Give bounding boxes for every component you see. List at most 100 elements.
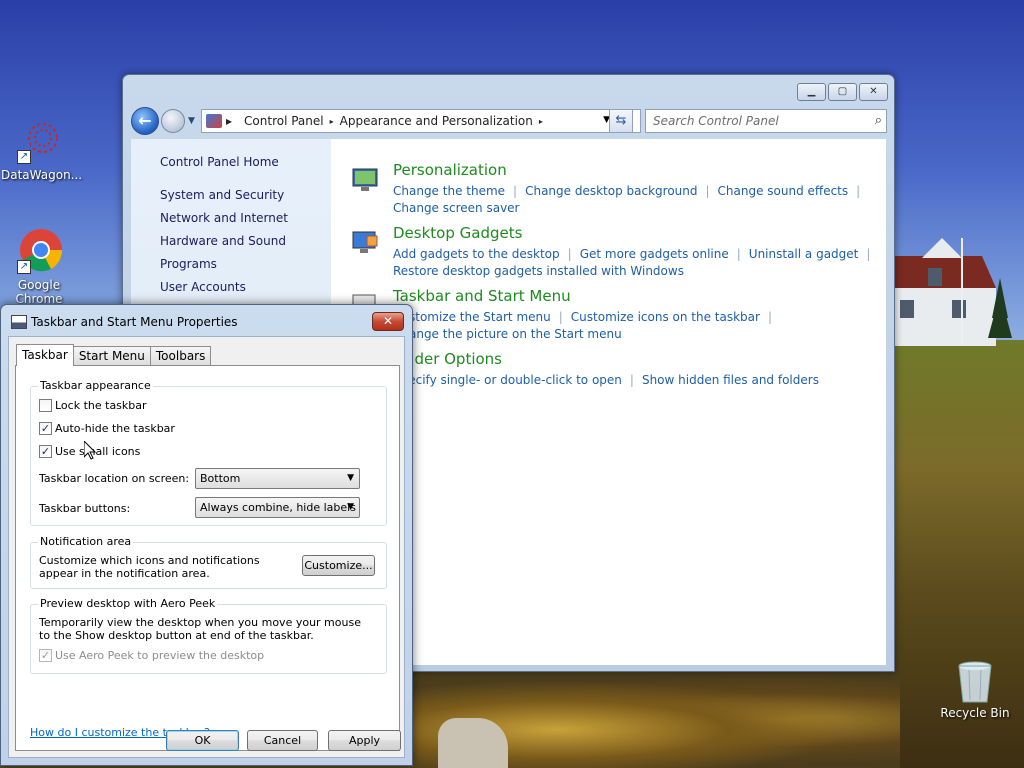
ok-button[interactable]: OK [166,730,239,751]
location-select[interactable]: Bottom ▼ [195,468,360,489]
chevron-down-icon: ▼ [347,502,354,512]
link-separator: | [513,184,518,198]
buttons-value: Always combine, hide labels [200,501,356,514]
link-change-background[interactable]: Change desktop background [525,184,697,198]
mouse-cursor-icon [84,441,96,460]
category-title[interactable]: Desktop Gadgets [393,224,522,242]
back-button[interactable]: ← [131,107,159,135]
breadcrumb-chevron-icon[interactable]: ▸ [539,117,543,126]
desktop-icon-label: Google Chrome [15,278,63,306]
link-customize-start[interactable]: Customize the Start menu [393,310,551,324]
checkbox-label: Lock the taskbar [55,399,147,412]
checkbox-box [39,399,52,412]
breadcrumb-appearance[interactable]: Appearance and Personalization [334,114,539,128]
link-change-sound[interactable]: Change sound effects [718,184,849,198]
close-icon[interactable]: ✕ [372,312,404,331]
checkbox-label: Auto-hide the taskbar [55,422,175,435]
navigation-bar: ← ▼ ▸ Control Panel ▸ Appearance and Per… [131,107,887,135]
minimize-icon[interactable]: ▁ [797,83,826,101]
close-icon[interactable]: ✕ [859,83,888,101]
desktop-wallpaper-house [892,238,1012,346]
breadcrumb-control-panel[interactable]: Control Panel [238,114,330,128]
forward-button[interactable] [161,109,185,133]
desktop-wallpaper-rock [438,718,508,768]
checkmark-icon: ✓ [39,422,52,435]
link-single-double-click[interactable]: Specify single- or double-click to open [393,373,622,387]
buttons-label: Taskbar buttons: [39,502,131,515]
sidebar-item-home[interactable]: Control Panel Home [160,155,279,169]
link-separator: | [705,184,710,198]
desktop-icon-label: DataWagon... [1,168,83,182]
category-links: Customize the Start menu | Customize icons… [393,309,853,343]
aero-peek-description: Temporarily view the desktop when you mo… [39,616,361,642]
link-more-gadgets[interactable]: Get more gadgets online [580,247,729,261]
group-label: Preview desktop with Aero Peek [38,597,218,610]
taskbar-tab-panel: Taskbar appearance Lock the taskbar ✓ Au… [15,365,400,751]
category-title[interactable]: Personalization [393,161,507,179]
dialog-body: Taskbar Start Menu Toolbars Taskbar appe… [8,336,405,758]
taskbar-properties-icon [11,315,27,329]
category-title[interactable]: Taskbar and Start Menu [393,287,571,305]
tab-taskbar[interactable]: Taskbar [16,344,74,366]
desktop-icon-datawagon[interactable]: ↗ DataWagon... [1,118,83,182]
shortcut-arrow-icon: ↗ [17,150,31,164]
location-value: Bottom [200,472,241,485]
link-separator: | [736,247,741,261]
desktop-icon-chrome[interactable]: ↗ Google Chrome [1,228,77,306]
link-restore-gadgets[interactable]: Restore desktop gadgets installed with W… [393,264,684,278]
link-change-start-picture[interactable]: Change the picture on the Start menu [393,327,622,341]
category-links: Specify single- or double-click to open |… [393,372,853,389]
link-uninstall-gadget[interactable]: Uninstall a gadget [749,247,859,261]
buttons-select[interactable]: Always combine, hide labels ▼ [195,497,360,518]
sidebar-item-user-accounts[interactable]: User Accounts [160,280,246,294]
category-links: Change the theme | Change desktop backgrou… [393,183,860,217]
link-separator: | [856,184,861,198]
control-panel-icon [206,114,222,128]
chrome-icon: ↗ [15,228,63,276]
link-customize-taskbar-icons[interactable]: Customize icons on the taskbar [571,310,760,324]
sidebar-item-system-security[interactable]: System and Security [160,188,284,202]
auto-hide-checkbox[interactable]: ✓ Auto-hide the taskbar [39,422,175,435]
link-add-gadgets[interactable]: Add gadgets to the desktop [393,247,560,261]
checkmark-icon: ✓ [39,445,52,458]
link-separator: | [567,247,572,261]
lock-taskbar-checkbox[interactable]: Lock the taskbar [39,399,147,412]
checkbox-label: Use Aero Peek to preview the desktop [55,649,265,662]
link-change-screen-saver[interactable]: Change screen saver [393,201,520,215]
link-separator: | [767,310,773,324]
datawagon-icon: ↗ [15,118,63,166]
location-label: Taskbar location on screen: [39,472,190,485]
link-separator: | [629,373,634,387]
search-input[interactable]: Search Control Panel ⌕ [645,109,887,133]
cancel-button[interactable]: Cancel [247,730,318,751]
recycle-bin-icon [955,660,995,704]
window-caption-buttons: ▁ ▢ ✕ [797,83,888,101]
customize-button[interactable]: Customize... [302,555,375,576]
refresh-icon[interactable]: ⇆ [609,109,633,133]
search-icon[interactable]: ⌕ [875,110,882,132]
search-placeholder: Search Control Panel [653,114,779,128]
sidebar-item-network[interactable]: Network and Internet [160,211,288,225]
sidebar-item-hardware[interactable]: Hardware and Sound [160,234,286,248]
recent-pages-dropdown-icon[interactable]: ▼ [188,116,195,126]
desktop-icon-recycle-bin[interactable]: Recycle Bin [937,660,1013,720]
gadgets-icon [352,231,378,253]
sidebar-item-programs[interactable]: Programs [160,257,217,271]
group-label: Notification area [38,535,134,548]
group-notification-area: Notification area Customize which icons … [30,535,387,589]
notification-description: Customize which icons and notifications … [39,554,260,580]
checkbox-label: Use small icons [55,445,141,458]
category-list: Personalization Change the theme | Change … [331,139,886,665]
link-show-hidden-files[interactable]: Show hidden files and folders [642,373,819,387]
tab-toolbars[interactable]: Toolbars [149,346,212,366]
category-links: Add gadgets to the desktop | Get more gadg… [393,246,870,280]
breadcrumb-chevron-icon[interactable]: ▸ [222,114,238,128]
maximize-icon[interactable]: ▢ [828,83,857,101]
apply-button[interactable]: Apply [328,730,401,751]
back-arrow-icon: ← [138,111,152,130]
link-change-theme[interactable]: Change the theme [393,184,505,198]
address-bar[interactable]: ▸ Control Panel ▸ Appearance and Persona… [201,109,641,133]
tab-start-menu[interactable]: Start Menu [72,346,151,366]
tab-strip: Taskbar Start Menu Toolbars [16,344,212,366]
aero-peek-checkbox: ✓ Use Aero Peek to preview the desktop [39,649,264,662]
